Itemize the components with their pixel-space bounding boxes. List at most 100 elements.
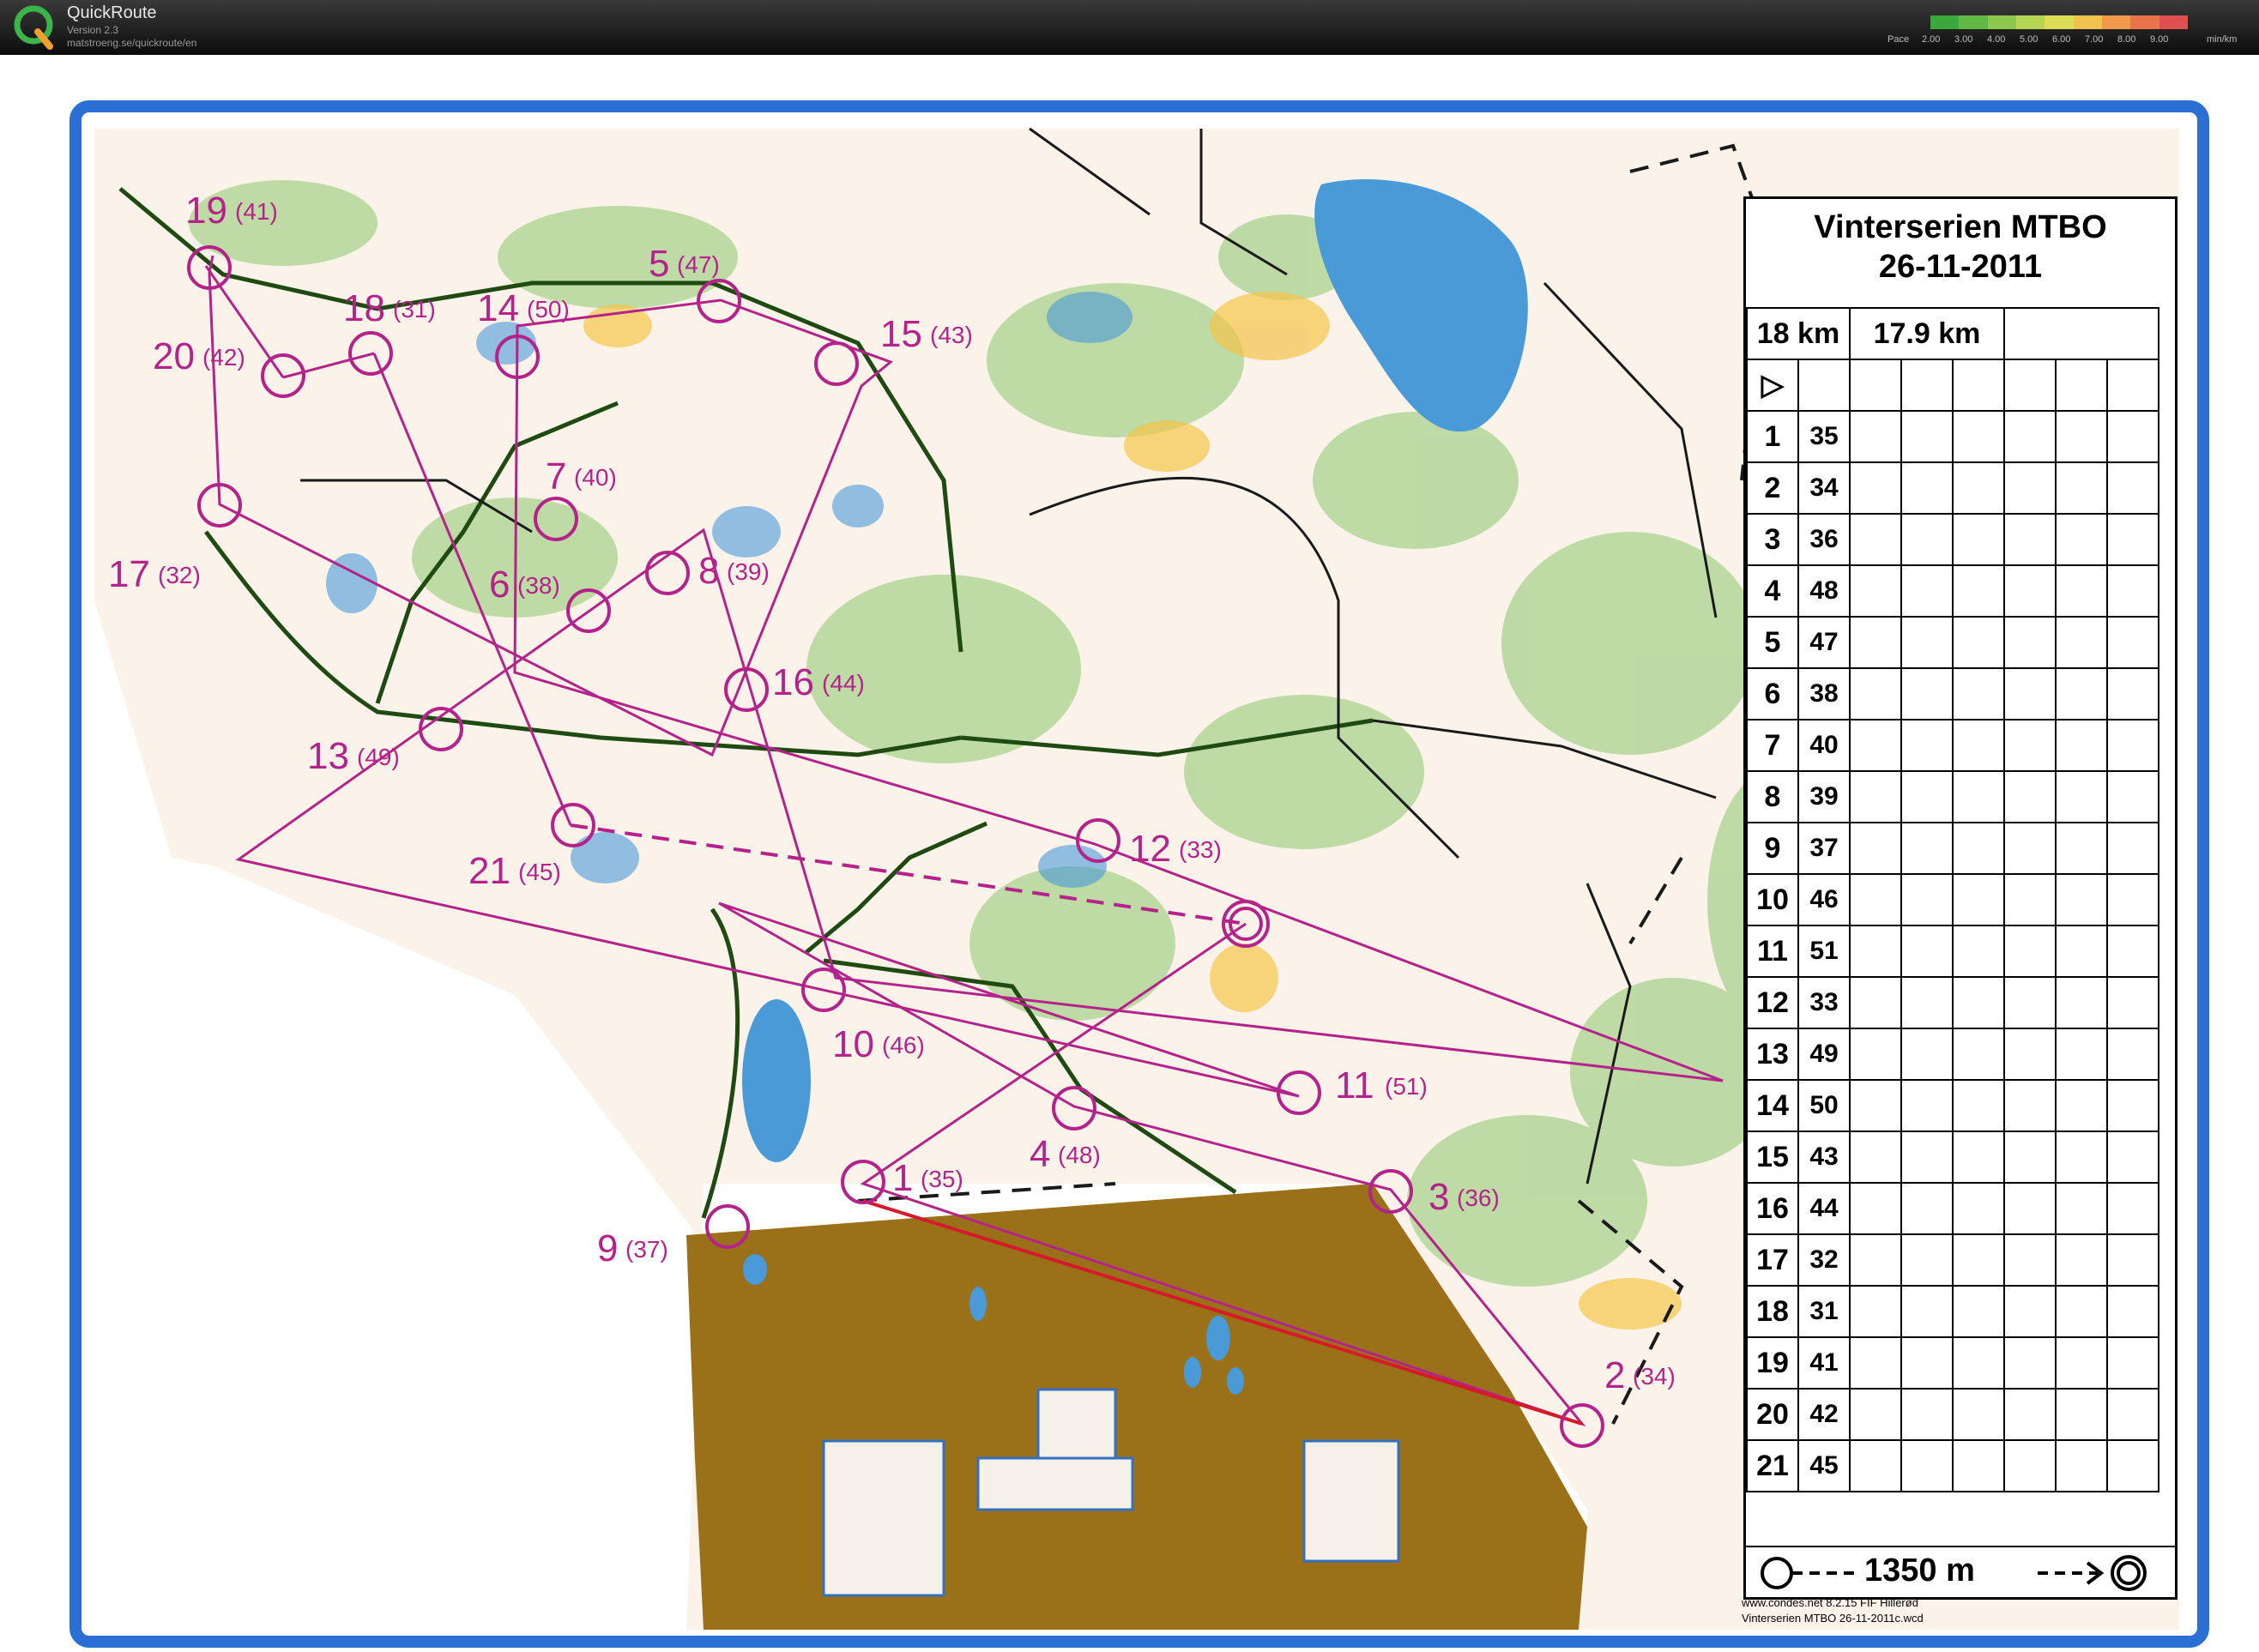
- control-8-number: 8: [698, 550, 719, 592]
- control-code: (50): [527, 296, 570, 323]
- control-description-sheet: Vinterserien MTBO 26-11-2011 18 km 17.9 …: [1743, 196, 2177, 1600]
- table-row: 3 36: [1746, 513, 2159, 566]
- control-code: (37): [625, 1236, 668, 1263]
- pace-color-swatch: [2130, 15, 2159, 29]
- pace-tick: 7.00: [2085, 34, 2104, 45]
- control-16-number: 16: [772, 661, 814, 703]
- control-code: (32): [158, 562, 201, 588]
- distance-2: 17.9 km: [1849, 307, 2005, 360]
- table-row: 9 37: [1746, 822, 2159, 875]
- control-code: (31): [393, 296, 436, 323]
- distance-1: 18 km: [1746, 307, 1851, 360]
- pace-tick: 3.00: [1954, 34, 1973, 45]
- app-url: matstroeng.se/quickroute/en: [67, 37, 197, 49]
- control-code: (51): [1385, 1073, 1428, 1100]
- control-code: (35): [921, 1166, 963, 1192]
- pace-color-swatch: [1959, 15, 1988, 29]
- pace-tick: 8.00: [2117, 34, 2136, 45]
- table-row: 2 34: [1746, 461, 2159, 515]
- course-name: Vinterserien MTBO: [1814, 209, 2107, 245]
- pace-color-scale: [1930, 15, 2188, 29]
- control-9-number: 9: [597, 1227, 618, 1269]
- pace-label: Pace: [1888, 34, 1910, 45]
- pace-color-swatch: [2045, 15, 2074, 29]
- table-row: 1 35: [1746, 410, 2159, 463]
- map-credit: www.condes.net 8.2.15 FIF Hillerød: [1742, 1596, 1918, 1609]
- control-code: (44): [822, 670, 865, 696]
- table-row: 20 42: [1746, 1388, 2159, 1441]
- start-triangle-icon: ▷: [1746, 359, 1799, 412]
- control-19-number: 19: [185, 190, 227, 232]
- control-15-number: 15: [880, 313, 922, 355]
- finish-distance: 1350 m: [1864, 1553, 1975, 1589]
- course-title: Vinterserien MTBO 26-11-2011: [1746, 208, 2175, 286]
- table-row: 11 51: [1746, 925, 2159, 978]
- pace-color-swatch: [1930, 15, 1960, 29]
- control-code: (38): [517, 572, 560, 599]
- control-13-number: 13: [307, 735, 349, 777]
- pace-tick: 5.00: [2020, 34, 2039, 45]
- control-code: (40): [574, 464, 617, 491]
- table-row: 10 46: [1746, 873, 2159, 926]
- control-20-number: 20: [153, 335, 195, 377]
- finish-row: 1350 m: [1746, 1546, 2175, 1597]
- control-code: (33): [1179, 836, 1222, 863]
- control-code: (43): [930, 322, 973, 348]
- control-code: (47): [677, 251, 720, 278]
- control-code: (36): [1457, 1185, 1500, 1211]
- control-1-number: 1: [892, 1157, 913, 1199]
- pace-tick: 6.00: [2052, 34, 2071, 45]
- control-code: (39): [727, 558, 770, 585]
- table-row: 8 39: [1746, 770, 2159, 823]
- pace-color-swatch: [2073, 15, 2102, 29]
- app-name: QuickRoute: [67, 3, 157, 22]
- control-code: (42): [202, 344, 245, 371]
- pace-color-swatch: [2101, 15, 2131, 29]
- table-row: 16 44: [1746, 1182, 2159, 1235]
- pace-legend: Pace 2.00 3.00 4.00 5.00 6.00 7.00 8.00 …: [1888, 15, 2248, 53]
- control-code: (34): [1633, 1363, 1676, 1390]
- control-14-number: 14: [477, 287, 519, 329]
- control-code: (41): [235, 198, 278, 225]
- course-date: 26-11-2011: [1878, 249, 2043, 285]
- control-6-number: 6: [489, 564, 510, 606]
- table-row: 18 31: [1746, 1285, 2159, 1338]
- quickroute-logo-icon: [14, 5, 53, 50]
- table-row: 5 47: [1746, 616, 2159, 669]
- distance-row: 18 km 17.9 km: [1746, 307, 2159, 360]
- control-code: (46): [882, 1032, 925, 1058]
- pace-tick: 9.00: [2150, 34, 2169, 45]
- pace-tick: 2.00: [1922, 34, 1941, 45]
- control-code: (45): [518, 859, 561, 885]
- table-row: 7 40: [1746, 719, 2159, 772]
- table-row: 14 50: [1746, 1079, 2159, 1132]
- control-10-number: 10: [832, 1023, 874, 1065]
- table-row: 6 38: [1746, 667, 2159, 720]
- control-4-number: 4: [1030, 1133, 1050, 1175]
- pace-color-swatch: [1987, 15, 2016, 29]
- start-row: ▷: [1746, 359, 2159, 412]
- control-2-number: 2: [1604, 1354, 1625, 1396]
- control-11-number: 11: [1335, 1064, 1374, 1106]
- control-3-number: 3: [1428, 1176, 1449, 1218]
- title-bar: QuickRoute Version 2.3 matstroeng.se/qui…: [0, 0, 2259, 55]
- control-21-number: 21: [468, 850, 510, 892]
- pace-tick: 4.00: [1987, 34, 2006, 45]
- map-file-name: Vinterserien MTBO 26-11-2011c.wcd: [1742, 1612, 1924, 1625]
- description-table: 18 km 17.9 km ▷ 1 35 2 34 3 36 4 48 5 47 6 38 …: [1746, 307, 2159, 1492]
- pace-color-swatch: [2015, 15, 2045, 29]
- table-row: 13 49: [1746, 1028, 2159, 1081]
- map-view[interactable]: 1 2 3 4 5 6 7 8 9 10 11 12 13 14 15 16 1…: [0, 55, 2259, 1652]
- pace-unit: min/km: [2207, 34, 2238, 45]
- app-version: Version 2.3: [67, 24, 119, 36]
- table-row: 12 33: [1746, 976, 2159, 1029]
- pace-color-swatch: [2159, 15, 2188, 29]
- control-18-number: 18: [343, 287, 385, 329]
- table-row: 15 43: [1746, 1130, 2159, 1184]
- control-code: (49): [357, 744, 400, 770]
- control-7-number: 7: [546, 455, 566, 497]
- control-17-number: 17: [108, 553, 150, 595]
- table-row: 17 32: [1746, 1233, 2159, 1287]
- control-5-number: 5: [649, 243, 669, 285]
- control-code: (48): [1058, 1142, 1101, 1168]
